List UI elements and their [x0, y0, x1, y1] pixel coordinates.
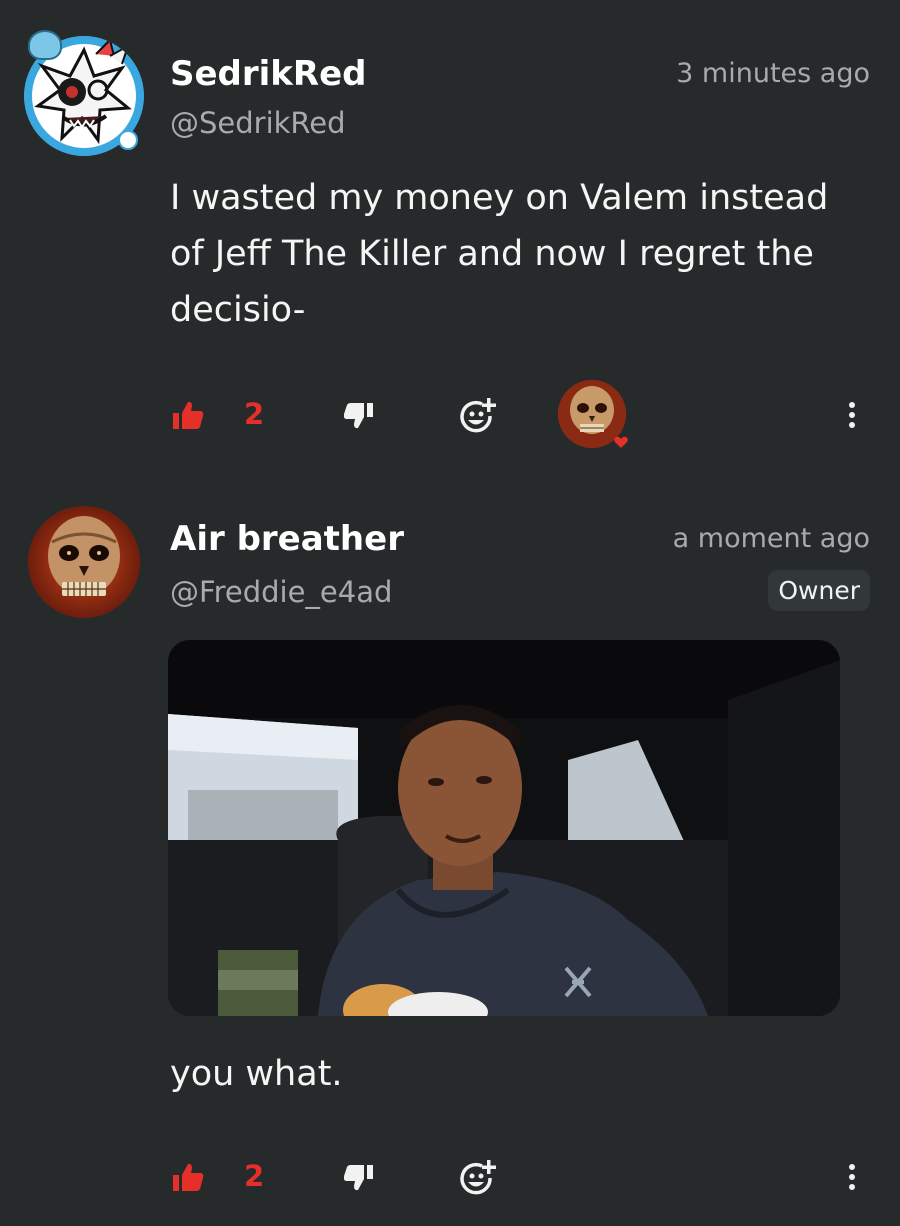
more-vertical-icon — [849, 1164, 855, 1170]
dislike-button[interactable] — [344, 402, 374, 430]
avatar-freddie[interactable] — [28, 506, 140, 618]
avatar-badge-icon — [118, 130, 138, 150]
comment-username[interactable]: SedrikRed — [170, 54, 367, 94]
dislike-button[interactable] — [344, 1164, 374, 1192]
attached-image[interactable] — [168, 640, 840, 1016]
emoji-add-icon — [460, 398, 496, 433]
like-button[interactable] — [172, 1162, 204, 1192]
comment-text: I wasted my money on Valem instead of Je… — [170, 178, 829, 330]
owner-badge: Owner — [768, 570, 870, 611]
like-count: 2 — [244, 1159, 265, 1193]
react-button[interactable] — [458, 1158, 498, 1198]
comment-timestamp: 3 minutes ago — [676, 58, 870, 89]
like-count: 2 — [244, 397, 265, 431]
more-options-button[interactable] — [848, 402, 856, 432]
more-options-button[interactable] — [848, 1164, 856, 1194]
comment-username[interactable]: Air breather — [170, 519, 404, 559]
comment-handle[interactable]: @SedrikRed — [170, 106, 346, 140]
comment-handle[interactable]: @Freddie_e4ad — [170, 575, 392, 609]
react-button[interactable] — [458, 396, 498, 436]
like-button[interactable] — [172, 400, 204, 430]
heart-icon — [614, 436, 628, 448]
thumbs-down-icon — [344, 403, 373, 429]
comment-timestamp: a moment ago — [672, 523, 870, 554]
more-vertical-icon — [849, 402, 855, 408]
emoji-add-icon — [460, 1160, 496, 1195]
video-still-image — [168, 640, 840, 1016]
thumbs-up-icon — [173, 1163, 204, 1191]
thumbs-down-icon — [344, 1165, 373, 1191]
comment-text: you what. — [170, 1054, 343, 1094]
avatar-badge-icon — [28, 30, 62, 60]
thumbs-up-icon — [173, 401, 204, 429]
